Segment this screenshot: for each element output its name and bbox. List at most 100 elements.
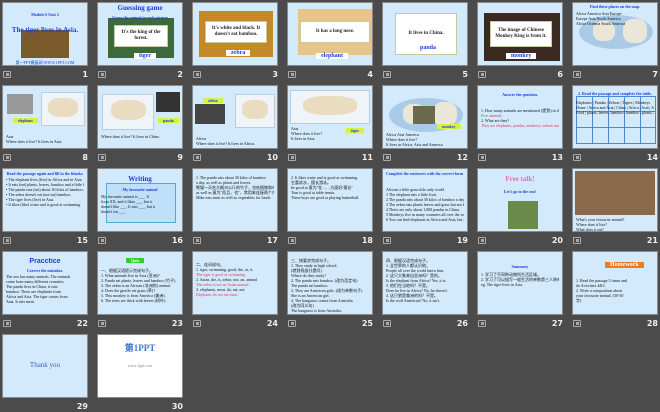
- slide-3[interactable]: It's white and black. It doesn't eat bam…: [192, 2, 278, 66]
- slide-7[interactable]: Find these places on the map. Africa Amer…: [572, 2, 658, 66]
- slide-picture: [195, 104, 225, 124]
- slide-number: 11: [361, 153, 373, 162]
- slide-title: Pracctice: [29, 258, 61, 265]
- slide-thumbnail-cell: 2. Read the passage and complete the tab…: [572, 85, 660, 163]
- slide-28[interactable]: Homework 1. Read the passage 5 times and d…: [572, 251, 658, 315]
- slide-30[interactable]: 第1PPT www.1ppt.com: [97, 334, 183, 398]
- map-image: [235, 94, 275, 128]
- continent-shape: [433, 102, 457, 126]
- slide-16[interactable]: Writing My favourite animal My favourite a…: [97, 168, 183, 232]
- slide-6[interactable]: The image of Chinese Monkey King is from…: [477, 2, 563, 66]
- slide-25[interactable]: 三、按要求完成句子。 1. They study in high school.(…: [287, 251, 373, 315]
- slide-12[interactable]: monkey Africa Asia America Where does it l…: [382, 85, 468, 149]
- slide-text-line: 6 You can find elephants in Africa and A…: [386, 217, 464, 222]
- slide-number: 12: [456, 153, 468, 162]
- slide-9[interactable]: panda Where does it live? It lives in Chi…: [97, 85, 183, 149]
- continent-shape: [48, 97, 78, 117]
- slide-11[interactable]: tiger Asia Where does it live? It lives in …: [287, 85, 373, 149]
- slide-number: 14: [646, 153, 658, 162]
- slide-transition-icon: [478, 237, 486, 244]
- slide-text-box: It's white and black. It doesn't eat bam…: [205, 21, 267, 43]
- slide-text-line: Where does it live? It lives in Africa.: [196, 141, 256, 146]
- slide-transition-icon: [193, 71, 201, 78]
- slide-transition-icon: [573, 71, 581, 78]
- slide-thumbnail-cell: Writing My favourite animal My favourite a…: [97, 168, 185, 246]
- slide-23[interactable]: Quiz 一、根据汉语提示完成句子。 1. What animals live in…: [97, 251, 183, 315]
- slide-22[interactable]: Pracctice Correct the mistakes. The zoo ha…: [2, 251, 88, 315]
- slide-picture: [413, 106, 435, 124]
- slide-subtitle: 2. Read the passage and complete the tab…: [578, 91, 652, 96]
- slide-thumbnail-cell: 二、连词成句。 1. tiger, swimming, good, the, at…: [192, 251, 280, 329]
- map-image: [102, 94, 154, 130]
- slide-19[interactable]: Complete the sentences with the correct …: [382, 168, 468, 232]
- slide-thumbnail-cell: elephant Asia Where does it live? It lives…: [2, 85, 90, 163]
- slide-number: 8: [82, 153, 88, 162]
- slide-number: 7: [652, 70, 658, 79]
- slide-text-line: Elephants do not eat meat.: [196, 292, 239, 297]
- slide-number: 10: [266, 153, 278, 162]
- slide-thumbnail-cell: zebra Africa Where does it live? It lives …: [192, 85, 280, 163]
- slide-15[interactable]: Read the passage again and fill in the b…: [2, 168, 88, 232]
- slide-thumbnail-cell: Pracctice Correct the mistakes. The zoo ha…: [2, 251, 90, 329]
- slide-14[interactable]: 2. Read the passage and complete the tab…: [572, 85, 658, 149]
- slide-transition-icon: [383, 237, 391, 244]
- answer-word: monkey: [506, 53, 537, 59]
- slide-2[interactable]: Guessing game Guess the animal in each pi…: [97, 2, 183, 66]
- slide-21[interactable]: What's your favourite animal? Where does …: [572, 168, 658, 232]
- slide-transition-icon: [478, 71, 486, 78]
- slide-26[interactable]: 四、根据汉语完成句子。 1. 全世界的人都认识他。 People all over …: [382, 251, 468, 315]
- slide-thumbnail-cell: 三、按要求完成句子。 1. They study in high school.(…: [287, 251, 375, 329]
- slide-1[interactable]: The tiger lives in Asia. Module 6 Unit 2 第…: [2, 2, 88, 66]
- slide-transition-icon: [478, 154, 486, 161]
- slide-text-line: 6. The trees are thick with leaves (树叶).: [101, 298, 167, 303]
- slide-text-line: It lives in Africa, Asia and America.: [386, 142, 444, 147]
- slide-thumbnail-cell: Quiz 一、根据汉语提示完成句子。 1. What animals live in…: [97, 251, 185, 329]
- slide-27[interactable]: Summary 1. 学习了不同种动物所生活区域。 2. 学习了可以描写一般生活的单…: [477, 251, 563, 315]
- answer-word: tiger: [134, 53, 156, 59]
- slide-number: 15: [76, 236, 88, 245]
- slide-text-line: They are elephants, pandas, monkeys, zeb…: [481, 123, 559, 128]
- slide-thumbnail-cell: Summary 1. 学习了不同种动物所生活区域。 2. 学习了可以描写一般生活的单…: [477, 251, 565, 329]
- slide-picture: [7, 94, 33, 114]
- slide-thumbnail-cell: It has a long nose. elephant 4: [287, 2, 375, 80]
- slide-transition-icon: [98, 71, 106, 78]
- slide-transition-icon: [193, 237, 201, 244]
- answer-word: elephant: [13, 118, 38, 123]
- slide-transition-icon: [288, 71, 296, 78]
- slide-transition-icon: [478, 320, 486, 327]
- continent-shape: [241, 99, 269, 119]
- slide-transition-icon: [3, 154, 11, 161]
- slide-24[interactable]: 二、连词成句。 1. tiger, swimming, good, the, at…: [192, 251, 278, 315]
- slide-subtitle: Module 6 Unit 2: [31, 12, 59, 17]
- slide-18[interactable]: 2. It likes water and is good at swimmin…: [287, 168, 373, 232]
- slide-subtitle: Guess the animal in each picture: [112, 15, 168, 20]
- slide-number: 20: [551, 236, 563, 245]
- slide-number: 3: [272, 70, 278, 79]
- slide-4[interactable]: It has a long nose. elephant: [287, 2, 373, 66]
- slide-number: 30: [171, 402, 183, 411]
- answer-word: elephant: [316, 53, 349, 59]
- slide-thumbnail-cell: Find these places on the map. Africa Amer…: [572, 2, 660, 80]
- slide-8[interactable]: elephant Asia Where does it live? It lives…: [2, 85, 88, 149]
- slide-number: 28: [646, 319, 658, 328]
- slide-10[interactable]: zebra Africa Where does it live? It lives …: [192, 85, 278, 149]
- slide-number: 25: [361, 319, 373, 328]
- answer-word: Quiz: [126, 258, 145, 263]
- slide-transition-icon: [193, 154, 201, 161]
- slide-5[interactable]: It lives in China. panda: [382, 2, 468, 66]
- slide-transition-icon: [3, 71, 11, 78]
- slide-29[interactable]: Thank you: [2, 334, 88, 398]
- slide-20[interactable]: Free talk! Let's go to the zoo!: [477, 168, 563, 232]
- slide-transition-icon: [383, 320, 391, 327]
- slide-text-line: These boys are good at playing basketbal…: [291, 195, 360, 200]
- slide-number: 1: [82, 70, 88, 79]
- slide-number: 9: [177, 153, 183, 162]
- answer-word: zebra: [203, 98, 223, 103]
- slide-17[interactable]: 1. The panda eats about 30 kilos of bamb…: [192, 168, 278, 232]
- slide-text-line: It lives in Asia.: [291, 136, 316, 141]
- slide-transition-icon: [98, 320, 106, 327]
- answer-word: Homework: [605, 262, 644, 268]
- map-image: [290, 90, 370, 124]
- slide-13[interactable]: Answer the question. 1. How many animals …: [477, 85, 563, 149]
- continent-shape: [110, 100, 146, 121]
